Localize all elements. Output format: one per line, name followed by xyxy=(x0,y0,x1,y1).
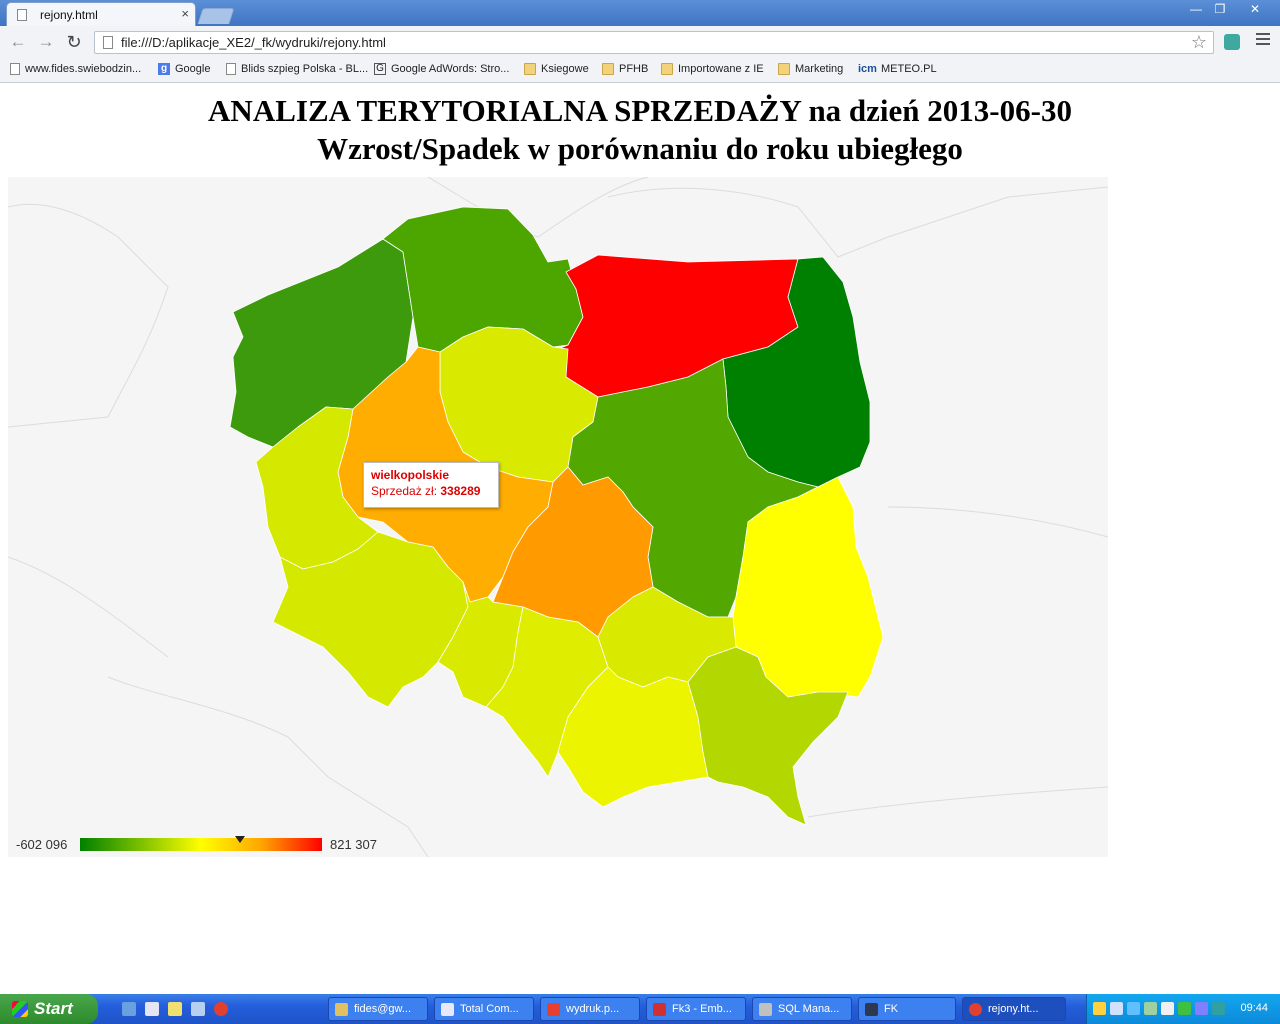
tray-icon[interactable] xyxy=(1110,1002,1123,1015)
bookmark-google[interactable]: g Google xyxy=(158,63,210,75)
window-close-icon[interactable]: ✕ xyxy=(1236,1,1274,18)
forward-arrow-icon[interactable]: → xyxy=(36,32,56,52)
windows-taskbar: Start fides@gw... Total Com... wydruk.p.… xyxy=(0,994,1280,1024)
tray-icon[interactable] xyxy=(1127,1002,1140,1015)
page-title-line2: Wzrost/Spadek w porównaniu do roku ubieg… xyxy=(317,131,963,166)
bookmark-star-icon[interactable]: ☆ xyxy=(1191,32,1207,53)
start-button[interactable]: Start xyxy=(0,994,98,1024)
browser-toolbar: ← → ↻ file:///D:/aplikacje_XE2/_fk/wydru… xyxy=(0,26,1280,59)
bookmark-adwords[interactable]: G Google AdWords: Stro... xyxy=(374,63,509,75)
tray-icon[interactable] xyxy=(1178,1002,1191,1015)
germany-czech-border xyxy=(8,556,169,658)
poland-map xyxy=(8,177,1108,857)
tab-rejony[interactable]: rejony.html × xyxy=(6,2,196,26)
google-icon: g xyxy=(158,63,170,75)
quicklaunch-notepad-icon[interactable] xyxy=(168,1002,182,1016)
page-icon xyxy=(103,36,113,49)
floppy-icon xyxy=(441,1002,454,1016)
windows-flag-icon xyxy=(12,1001,28,1017)
tray-icon[interactable] xyxy=(1161,1002,1174,1015)
bookmark-fides[interactable]: www.fides.swiebodzin... xyxy=(10,63,141,75)
new-tab-button[interactable] xyxy=(197,8,235,24)
region-tooltip: wielkopolskie Sprzedaż zł: 338289 xyxy=(363,462,499,508)
extension-icon[interactable] xyxy=(1224,34,1240,50)
task-fk[interactable]: FK xyxy=(858,997,956,1021)
bookmark-pfhb[interactable]: PFHB xyxy=(602,63,648,75)
folder-icon xyxy=(778,63,790,75)
pdf-icon xyxy=(547,1002,560,1016)
app-icon xyxy=(653,1002,666,1016)
page-icon xyxy=(10,63,20,75)
task-rejony-chrome[interactable]: rejony.ht... xyxy=(962,997,1066,1021)
task-total-commander[interactable]: Total Com... xyxy=(434,997,534,1021)
clock: 09:44 xyxy=(1240,1002,1268,1014)
bookmark-blids[interactable]: Blids szpieg Polska - BL... xyxy=(226,63,368,75)
menu-icon[interactable] xyxy=(1256,33,1270,48)
czech-outline xyxy=(107,676,429,857)
quicklaunch-app-icon[interactable] xyxy=(191,1002,205,1016)
app-icon xyxy=(865,1002,878,1016)
legend-gradient-bar xyxy=(80,836,322,851)
system-tray: 09:44 xyxy=(1086,994,1280,1024)
back-arrow-icon[interactable]: ← xyxy=(8,32,28,52)
tray-icon[interactable] xyxy=(1093,1002,1106,1015)
icm-icon: icm xyxy=(858,63,877,75)
sql-icon xyxy=(759,1002,772,1016)
quicklaunch-ie-icon[interactable] xyxy=(122,1002,136,1016)
folder-icon xyxy=(661,63,673,75)
minimize-icon[interactable]: — xyxy=(1184,1,1208,18)
tray-icon[interactable] xyxy=(1212,1002,1225,1015)
task-fk3-embarcadero[interactable]: Fk3 - Emb... xyxy=(646,997,746,1021)
germany-outline xyxy=(8,203,169,428)
tooltip-region-name: wielkopolskie xyxy=(371,468,450,482)
legend-min-value: -602 096 xyxy=(16,837,68,852)
bookmark-marketing[interactable]: Marketing xyxy=(778,63,843,75)
tab-close-icon[interactable]: × xyxy=(181,6,189,21)
url-text[interactable]: file:///D:/aplikacje_XE2/_fk/wydruki/rej… xyxy=(121,35,386,50)
address-bar[interactable]: file:///D:/aplikacje_XE2/_fk/wydruki/rej… xyxy=(94,31,1214,54)
bookmark-importowane[interactable]: Importowane z IE xyxy=(661,63,764,75)
bookmarks-bar: www.fides.swiebodzin... g Google Blids sz… xyxy=(0,59,1280,83)
legend-max-value: 821 307 xyxy=(330,837,377,852)
kaliningrad-lithuania-outline xyxy=(607,186,1108,258)
chrome-icon xyxy=(969,1002,982,1016)
task-fides[interactable]: fides@gw... xyxy=(328,997,428,1021)
page-icon xyxy=(226,63,236,75)
task-wydruk-pdf[interactable]: wydruk.p... xyxy=(540,997,640,1021)
tray-icon[interactable] xyxy=(1195,1002,1208,1015)
color-legend: -602 096 821 307 xyxy=(8,832,408,856)
tooltip-value: 338289 xyxy=(440,484,481,498)
folder-icon xyxy=(524,63,536,75)
page-icon xyxy=(17,8,27,21)
ukraine-slovakia-border xyxy=(807,786,1108,818)
reload-icon[interactable]: ↻ xyxy=(64,32,84,52)
bookmark-meteo[interactable]: icm METEO.PL xyxy=(858,63,937,75)
tab-title: rejony.html xyxy=(40,7,98,22)
belarus-ukraine-border xyxy=(887,506,1108,538)
task-sql-manager[interactable]: SQL Mana... xyxy=(752,997,852,1021)
window-title-bar: rejony.html × — ❐ ✕ xyxy=(0,0,1280,26)
quicklaunch-chrome-icon[interactable] xyxy=(214,1002,228,1016)
quicklaunch-floppy-icon[interactable] xyxy=(145,1002,159,1016)
geo-chart: wielkopolskie Sprzedaż zł: 338289 xyxy=(8,177,1108,857)
page-title: ANALIZA TERYTORIALNA SPRZEDAŻY na dzień … xyxy=(0,92,1280,168)
legend-marker-icon xyxy=(234,836,245,843)
page-title-line1: ANALIZA TERYTORIALNA SPRZEDAŻY na dzień … xyxy=(208,93,1072,128)
folder-icon xyxy=(602,63,614,75)
tooltip-label: Sprzedaż zł: xyxy=(371,484,438,498)
google-icon: G xyxy=(374,63,386,75)
tray-icon[interactable] xyxy=(1144,1002,1157,1015)
bookmark-ksiegowe[interactable]: Ksiegowe xyxy=(524,63,589,75)
restore-icon[interactable]: ❐ xyxy=(1208,1,1232,18)
network-icon xyxy=(335,1002,348,1016)
